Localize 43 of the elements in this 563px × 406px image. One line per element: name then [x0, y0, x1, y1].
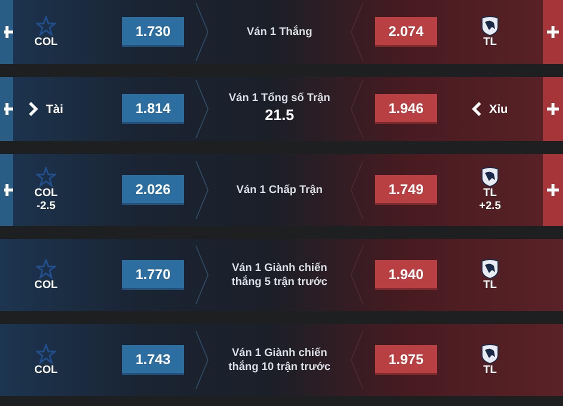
star-logo-icon [36, 167, 56, 187]
plus-icon [4, 26, 13, 38]
star-logo-icon [36, 344, 56, 364]
horse-shield-icon [481, 16, 499, 36]
plus-icon [4, 103, 13, 115]
divider-chevron-icon [195, 79, 209, 139]
team-name: TL [483, 187, 497, 200]
expand-button[interactable] [0, 154, 13, 226]
divider-chevron-icon [195, 2, 209, 62]
team-name: COL [34, 187, 58, 200]
horse-shield-icon [481, 258, 499, 278]
plus-icon [4, 184, 13, 196]
line-value: 21.5 [264, 106, 294, 126]
bet-side-label: Tài [46, 101, 64, 118]
expand-button[interactable] [543, 0, 563, 64]
plus-icon [547, 103, 559, 115]
horse-shield-icon [481, 167, 499, 187]
horse-shield-icon [481, 344, 499, 364]
expand-button[interactable] [0, 0, 13, 64]
expand-button[interactable] [543, 154, 563, 226]
market-title: Ván 1 Giành chiến thắng 10 trận trước [228, 346, 332, 374]
star-logo-icon [36, 16, 56, 36]
market-title: Ván 1 Chấp Trận [236, 183, 323, 197]
market-title: Ván 1 Giành chiến thắng 5 trận trước [230, 261, 328, 289]
bet-side-label: Xỉu [489, 101, 508, 118]
team-name: TL [483, 36, 497, 48]
market-title: Ván 1 Tổng số Trận [228, 90, 330, 105]
team-name: TL [483, 278, 497, 292]
market-title: Ván 1 Thắng [246, 25, 312, 39]
divider-chevron-icon [195, 160, 209, 220]
star-logo-icon [36, 258, 56, 278]
team-name: COL [34, 364, 58, 376]
divider-chevron-icon [195, 330, 209, 390]
team-name: COL [34, 278, 58, 292]
handicap: -2.5 [36, 200, 56, 213]
handicap: +2.5 [479, 200, 501, 213]
plus-icon [547, 26, 559, 38]
plus-icon [547, 184, 559, 196]
expand-button[interactable] [0, 77, 13, 141]
divider-chevron-icon [195, 245, 209, 305]
team-name: COL [34, 36, 58, 48]
expand-button[interactable] [543, 77, 563, 141]
team-name: TL [483, 364, 497, 376]
